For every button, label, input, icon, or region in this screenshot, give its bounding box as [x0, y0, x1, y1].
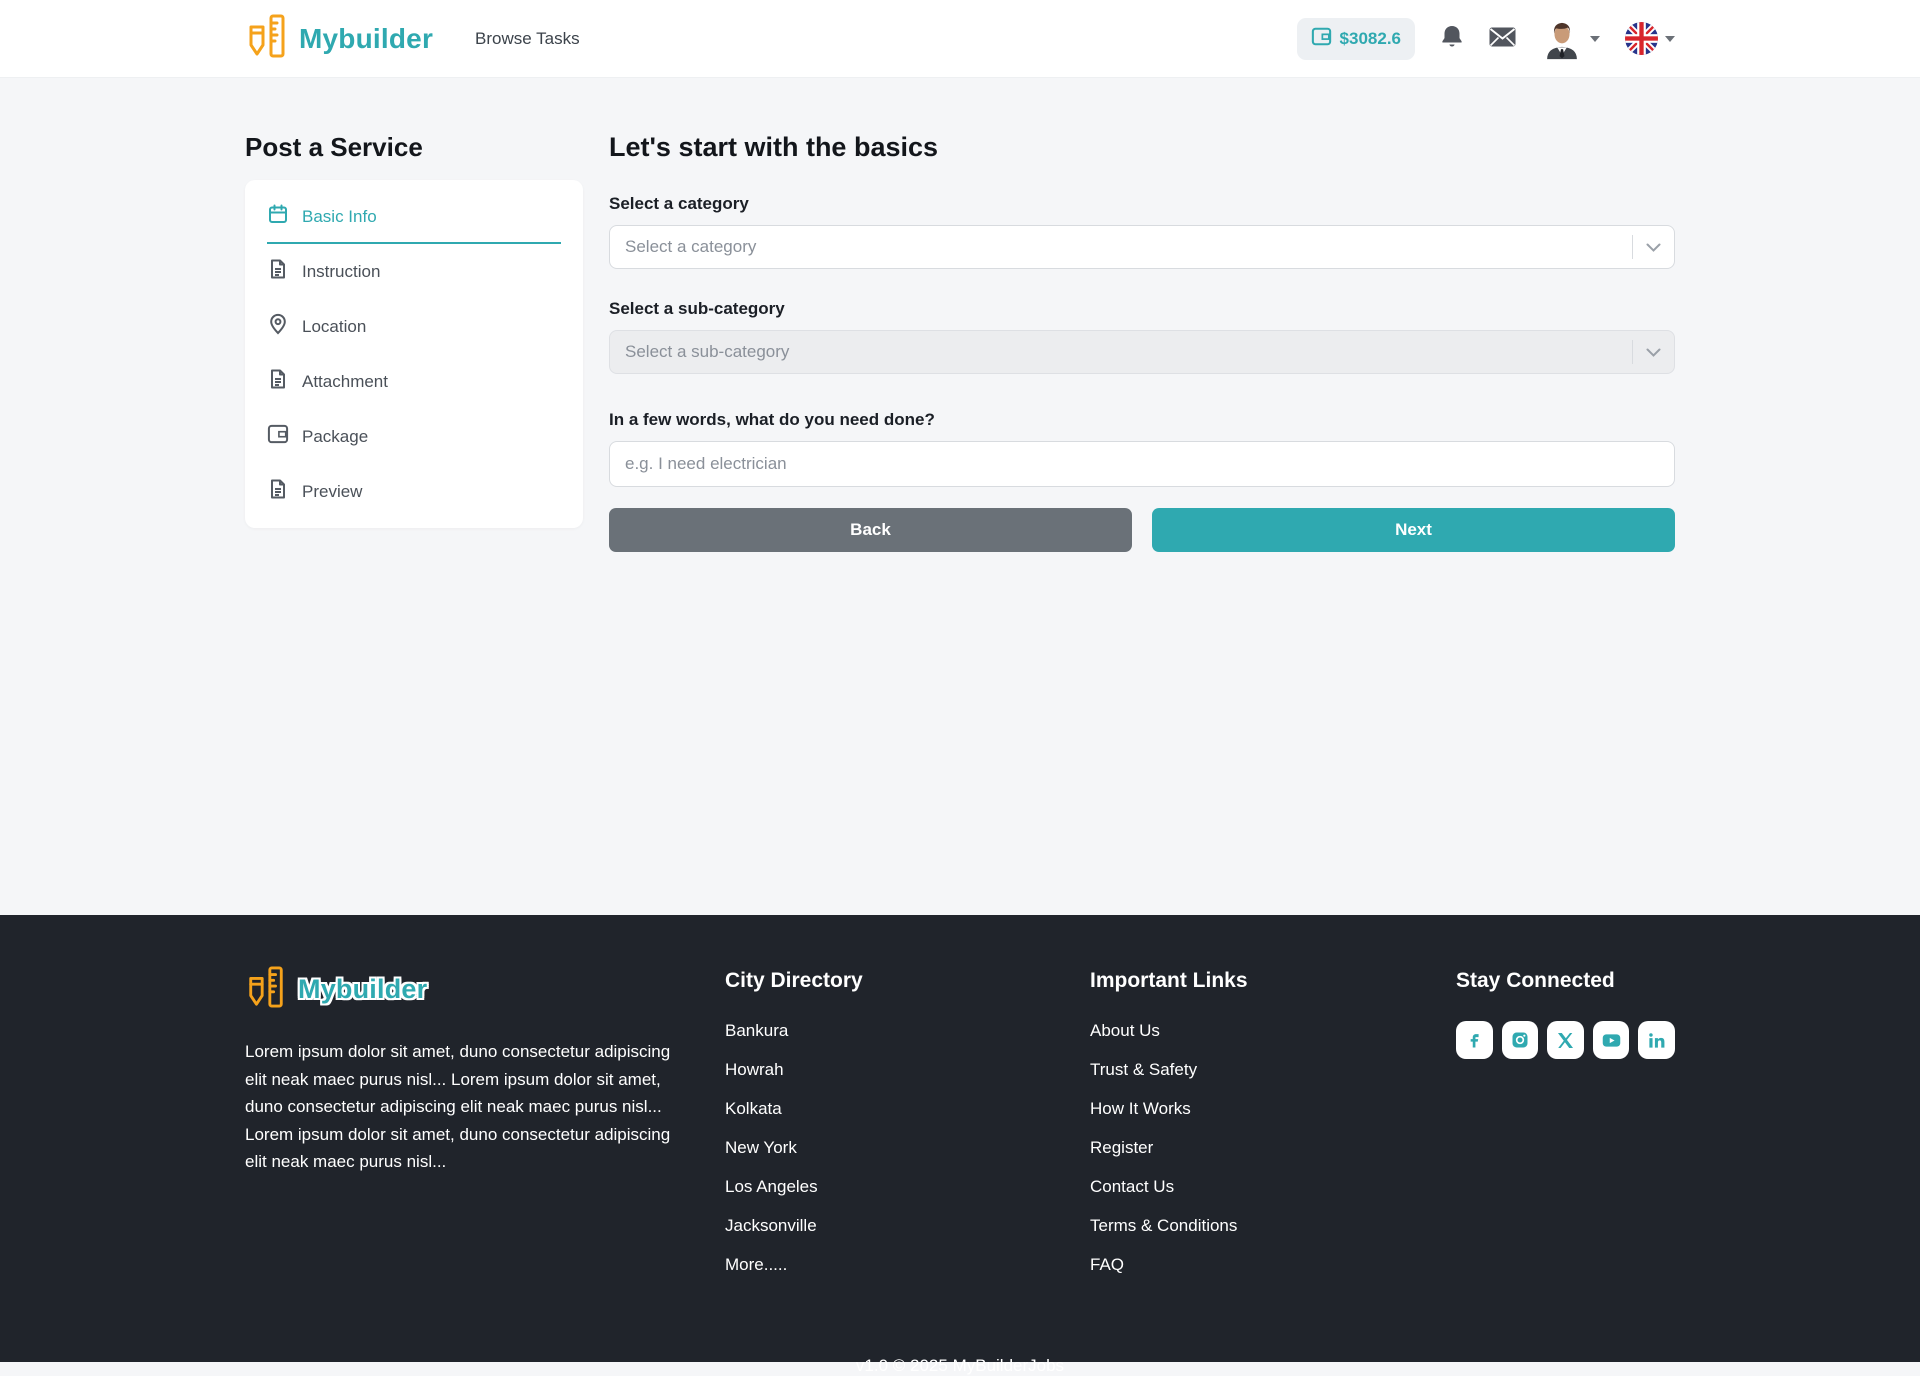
steps-card: Basic Info Instruction [245, 180, 583, 528]
brand-name: Mybuilder [299, 23, 433, 55]
footer-stay-connected: Stay Connected [1456, 965, 1675, 1294]
city-link-more[interactable]: More..... [725, 1255, 1040, 1275]
step-label: Preview [302, 482, 362, 502]
footer-city-directory: City Directory Bankura Howrah Kolkata Ne… [725, 965, 1040, 1294]
next-button[interactable]: Next [1152, 508, 1675, 552]
step-label: Package [302, 427, 368, 447]
map-pin-icon [267, 313, 289, 340]
step-attachment[interactable]: Attachment [245, 354, 583, 409]
city-link[interactable]: Jacksonville [725, 1216, 1040, 1236]
footer-about-text: Lorem ipsum dolor sit amet, duno consect… [245, 1038, 675, 1176]
main-nav: Browse Tasks [433, 29, 580, 49]
messages-button[interactable] [1489, 27, 1516, 50]
notifications-button[interactable] [1440, 24, 1464, 53]
subcategory-placeholder: Select a sub-category [625, 342, 789, 362]
app-header: Mybuilder Browse Tasks $3082.6 [0, 0, 1920, 78]
subcategory-select[interactable]: Select a sub-category [609, 330, 1675, 374]
step-label: Instruction [302, 262, 380, 282]
city-link[interactable]: New York [725, 1138, 1040, 1158]
youtube-icon[interactable] [1593, 1021, 1630, 1059]
calendar-icon [267, 203, 289, 230]
basics-form: Let's start with the basics Select a cat… [609, 132, 1675, 552]
back-button[interactable]: Back [609, 508, 1132, 552]
category-select[interactable]: Select a category [609, 225, 1675, 269]
important-link-contact[interactable]: Contact Us [1090, 1177, 1406, 1197]
avatar [1541, 18, 1583, 60]
select-divider [1632, 235, 1633, 259]
document-icon [267, 258, 289, 285]
copyright-text: v1.0 © 2025 MyBuilderJobs [0, 1356, 1920, 1376]
select-divider [1632, 340, 1633, 364]
linkedin-icon[interactable] [1638, 1021, 1675, 1059]
footer-brand-name: Mybuilder [298, 974, 427, 1005]
step-label: Attachment [302, 372, 388, 392]
wallet-balance-badge[interactable]: $3082.6 [1297, 18, 1415, 60]
document-icon [267, 478, 289, 505]
step-preview[interactable]: Preview [245, 464, 583, 519]
language-selector[interactable] [1625, 22, 1675, 55]
main-content: Post a Service Basic Info [0, 78, 1920, 915]
step-basic-info[interactable]: Basic Info [245, 189, 583, 244]
bell-icon [1440, 24, 1464, 53]
chevron-down-icon [1665, 36, 1675, 42]
important-link-how-it-works[interactable]: How It Works [1090, 1099, 1406, 1119]
wallet-icon [267, 424, 289, 449]
instagram-icon[interactable] [1502, 1021, 1539, 1059]
page-title: Post a Service [245, 132, 583, 163]
form-title: Let's start with the basics [609, 132, 1675, 163]
chevron-down-icon [1590, 36, 1600, 42]
step-package[interactable]: Package [245, 409, 583, 464]
brand-logo[interactable]: Mybuilder [245, 13, 433, 64]
subcategory-label: Select a sub-category [609, 299, 1675, 319]
step-location[interactable]: Location [245, 299, 583, 354]
city-link[interactable]: Kolkata [725, 1099, 1040, 1119]
envelope-icon [1489, 27, 1516, 50]
city-link[interactable]: Howrah [725, 1060, 1040, 1080]
user-menu[interactable] [1541, 18, 1600, 60]
x-twitter-icon[interactable] [1547, 1021, 1584, 1059]
app-footer: Mybuilder Lorem ipsum dolor sit amet, du… [0, 915, 1920, 1362]
city-link[interactable]: Bankura [725, 1021, 1040, 1041]
category-label: Select a category [609, 194, 1675, 214]
step-label: Basic Info [302, 207, 377, 227]
important-link-terms[interactable]: Terms & Conditions [1090, 1216, 1406, 1236]
need-label: In a few words, what do you need done? [609, 410, 1675, 430]
footer-column-title: Important Links [1090, 969, 1406, 993]
need-input[interactable] [609, 441, 1675, 487]
wallet-icon [1311, 27, 1332, 51]
step-instruction[interactable]: Instruction [245, 244, 583, 299]
post-service-sidebar: Post a Service Basic Info [245, 132, 583, 528]
footer-column-title: City Directory [725, 969, 1040, 993]
important-link-about[interactable]: About Us [1090, 1021, 1406, 1041]
chevron-down-icon [1646, 342, 1661, 362]
category-placeholder: Select a category [625, 237, 756, 257]
uk-flag-icon [1625, 22, 1658, 55]
step-label: Location [302, 317, 366, 337]
important-link-faq[interactable]: FAQ [1090, 1255, 1406, 1275]
footer-about: Mybuilder Lorem ipsum dolor sit amet, du… [245, 965, 675, 1294]
footer-brand-logo[interactable]: Mybuilder [245, 965, 675, 1014]
wallet-balance: $3082.6 [1340, 29, 1401, 49]
important-link-trust[interactable]: Trust & Safety [1090, 1060, 1406, 1080]
nav-browse-tasks[interactable]: Browse Tasks [475, 29, 580, 48]
pencil-ruler-logo-icon [245, 965, 287, 1014]
city-link[interactable]: Los Angeles [725, 1177, 1040, 1197]
footer-column-title: Stay Connected [1456, 969, 1675, 993]
facebook-icon[interactable] [1456, 1021, 1493, 1059]
chevron-down-icon [1646, 237, 1661, 257]
important-link-register[interactable]: Register [1090, 1138, 1406, 1158]
pencil-ruler-logo-icon [245, 13, 289, 64]
document-icon [267, 368, 289, 395]
footer-important-links: Important Links About Us Trust & Safety … [1090, 965, 1406, 1294]
